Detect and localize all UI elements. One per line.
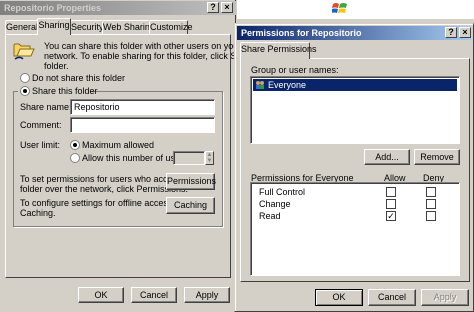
close-button[interactable]: ×	[221, 2, 233, 13]
permission-name-full-control: Full Control	[259, 187, 306, 197]
share-name-label: Share name:	[20, 102, 72, 112]
maximum-allowed-radio[interactable]	[70, 140, 80, 150]
maximum-allowed-label[interactable]: Maximum allowed	[82, 140, 154, 151]
sharing-intro-line-3: folder.	[44, 61, 69, 71]
change-allow-checkbox[interactable]	[386, 199, 396, 209]
do-not-share-radio[interactable]	[20, 73, 30, 83]
properties-titlebar[interactable]: Repositorio Properties	[0, 1, 236, 15]
tab-share-permissions[interactable]: Share Permissions	[240, 42, 317, 59]
share-name-field[interactable]: Repositorio	[70, 99, 215, 115]
properties-title: Repositorio Properties	[4, 3, 102, 13]
user-limit-label: User limit:	[20, 140, 60, 150]
list-item[interactable]: Everyone	[253, 79, 457, 91]
permissions-apply-button: Apply	[421, 289, 469, 306]
permissions-title: Permissions for Repositorio	[241, 28, 362, 38]
permissions-text-2: folder over the network, click Permissio…	[20, 184, 189, 194]
desktop-strip	[237, 0, 474, 19]
properties-ok-button[interactable]: OK	[78, 287, 124, 303]
change-deny-checkbox[interactable]	[426, 199, 436, 209]
permissions-window: Permissions for Repositorio ? × Share Pe…	[234, 23, 474, 312]
permission-name-read: Read	[259, 211, 281, 221]
user-count-spinner[interactable]: ▲ ▼	[205, 151, 214, 165]
group-user-names-label: Group or user names:	[251, 65, 339, 75]
full-control-allow-checkbox[interactable]	[386, 187, 396, 197]
properties-cancel-button[interactable]: Cancel	[131, 287, 177, 303]
users-group-icon	[255, 80, 265, 90]
do-not-share-label[interactable]: Do not share this folder	[32, 73, 125, 84]
permissions-titlebar[interactable]: Permissions for Repositorio	[237, 26, 471, 40]
windows-flag-icon	[331, 2, 348, 16]
user-list[interactable]: Everyone	[250, 76, 460, 144]
tab-sharing[interactable]: Sharing	[37, 18, 71, 35]
share-this-radio[interactable]	[20, 86, 30, 96]
properties-apply-button[interactable]: Apply	[184, 287, 230, 303]
full-control-deny-checkbox[interactable]	[426, 187, 436, 197]
share-this-label[interactable]: Share this folder	[32, 86, 98, 97]
comment-label: Comment:	[20, 120, 62, 130]
tab-customize[interactable]: Customize	[149, 20, 193, 35]
help-button[interactable]: ?	[207, 2, 219, 13]
caching-text-2: Caching.	[20, 208, 56, 218]
allow-number-radio[interactable]	[70, 153, 80, 163]
user-name-everyone: Everyone	[268, 80, 307, 90]
permissions-cancel-button[interactable]: Cancel	[368, 289, 416, 306]
tab-general[interactable]: General	[5, 20, 38, 35]
add-button[interactable]: Add...	[364, 149, 410, 165]
permissions-button[interactable]: Permissions	[166, 173, 216, 190]
permissions-table: Full Control Change Read ✓	[250, 182, 460, 276]
comment-field[interactable]	[70, 117, 215, 133]
tab-security[interactable]: Security	[70, 20, 104, 35]
remove-button[interactable]: Remove	[414, 149, 460, 165]
tab-web-sharing[interactable]: Web Sharing	[102, 20, 155, 35]
read-allow-checkbox[interactable]: ✓	[386, 211, 396, 221]
help-button[interactable]: ?	[445, 27, 457, 38]
caching-button[interactable]: Caching	[166, 197, 215, 214]
permission-name-change: Change	[259, 199, 291, 209]
close-button[interactable]: ×	[459, 27, 471, 38]
permissions-ok-button[interactable]: OK	[315, 289, 363, 306]
spinner-down-icon[interactable]: ▼	[206, 158, 213, 164]
shared-folder-icon	[13, 40, 35, 60]
user-count-field[interactable]	[173, 151, 205, 165]
read-deny-checkbox[interactable]	[426, 211, 436, 221]
properties-window: Repositorio Properties ? × General Shari…	[0, 0, 271, 312]
